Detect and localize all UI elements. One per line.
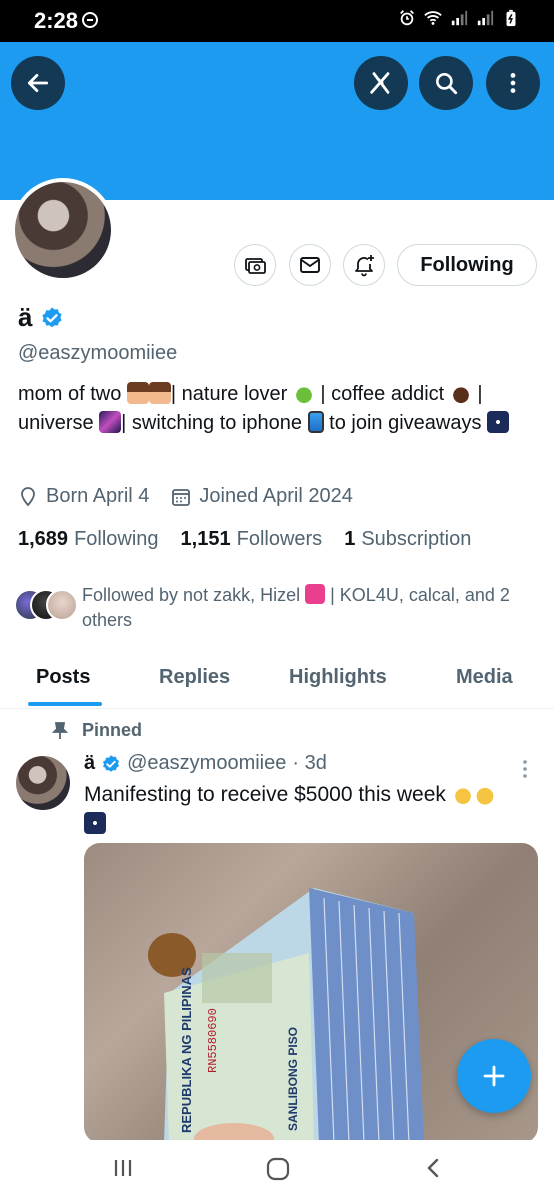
- notifications-button[interactable]: [343, 244, 385, 286]
- crossed-fingers-emoji-icon: [451, 783, 474, 805]
- bill-serial-text: RN5580690: [206, 1008, 220, 1073]
- fireworks-emoji-icon: [84, 812, 106, 834]
- status-icons: [398, 9, 520, 27]
- heart-emoji-icon: [305, 584, 326, 604]
- follower-avatars: [14, 589, 78, 623]
- profile-meta: Born April 4 Joined April 2024: [18, 485, 353, 508]
- verified-badge-icon: [103, 754, 120, 772]
- followers-count: 1,151: [180, 528, 231, 550]
- bio-text: | switching to iphone: [121, 412, 303, 434]
- galaxy-emoji-icon: [99, 411, 122, 433]
- bill-denomination-text: SANLIBONG PISO: [286, 1027, 300, 1131]
- subscription-count-link[interactable]: 1 Subscription: [344, 528, 471, 551]
- wifi-icon: [424, 11, 442, 25]
- palms-up-emoji-icon: [473, 783, 496, 805]
- verified-badge-icon: [42, 307, 63, 327]
- following-label: Following: [74, 528, 159, 550]
- birthday-item: Born April 4: [18, 485, 149, 508]
- bio-text: | coffee addict: [320, 383, 445, 405]
- alarm-icon: [400, 10, 414, 26]
- post-body: Manifesting to receive $5000 this week: [84, 783, 446, 806]
- tab-highlights[interactable]: Highlights: [289, 666, 387, 689]
- bio-text: to join giveaways: [329, 412, 482, 434]
- following-count: 1,689: [18, 528, 69, 550]
- profile-counts: 1,689 Following 1,151 Followers 1 Subscript…: [18, 528, 471, 551]
- more-vertical-icon: [523, 760, 527, 778]
- subscribe-button[interactable]: [234, 244, 276, 286]
- active-tab-indicator: [28, 702, 102, 706]
- post-author-handle[interactable]: @easzymoomiiee: [127, 752, 286, 775]
- joined-item: Joined April 2024: [171, 485, 353, 508]
- tab-posts[interactable]: Posts: [36, 666, 90, 689]
- money-icon: [245, 258, 266, 274]
- compose-post-button[interactable]: [457, 1039, 531, 1113]
- followers-label: Followers: [236, 528, 323, 550]
- bell-plus-icon: [355, 255, 374, 277]
- phone-emoji-icon: [307, 411, 324, 433]
- born-text: Born April 4: [46, 485, 150, 507]
- profile-banner: [0, 42, 554, 200]
- status-bar: 2:28: [0, 0, 554, 42]
- grok-icon: [370, 72, 390, 94]
- search-button[interactable]: [419, 56, 473, 110]
- joined-text: Joined April 2024: [199, 485, 353, 507]
- envelope-icon: [300, 257, 320, 273]
- search-icon: [436, 73, 458, 95]
- back-arrow-icon: [27, 74, 49, 92]
- more-options-button[interactable]: [486, 56, 540, 110]
- recent-apps-icon[interactable]: [111, 1156, 135, 1180]
- more-vertical-icon: [510, 73, 516, 93]
- display-name-row: ä: [18, 302, 64, 333]
- profile-avatar[interactable]: [11, 178, 115, 282]
- signal-icon-2: [477, 10, 494, 26]
- home-icon[interactable]: [265, 1156, 291, 1182]
- followers-count-link[interactable]: 1,151 Followers: [181, 528, 323, 551]
- bio-text: mom of two: [18, 383, 122, 405]
- fireworks-emoji-icon: [487, 411, 510, 433]
- display-name: ä: [18, 302, 33, 332]
- post-header: ä @easzymoomiiee · 3d: [84, 752, 327, 775]
- post-author-name[interactable]: ä: [84, 752, 95, 775]
- back-button[interactable]: [11, 56, 65, 110]
- following-button[interactable]: Following: [397, 244, 537, 286]
- message-button[interactable]: [289, 244, 331, 286]
- calendar-icon: [172, 488, 191, 506]
- bill-bank-text: REPUBLIKA NG PILIPINAS: [179, 967, 194, 1133]
- coffee-emoji-icon: [449, 382, 472, 404]
- plus-icon: [483, 1065, 505, 1087]
- followed-by-text: Followed by not zakk, Hizel | KOL4U, cal…: [82, 583, 544, 633]
- tab-media[interactable]: Media: [456, 666, 513, 689]
- pinned-label: Pinned: [82, 720, 143, 740]
- avatar-photo: [15, 182, 111, 278]
- profile-handle: @easzymoomiiee: [18, 342, 178, 364]
- pin-icon: [52, 721, 68, 739]
- post-time: · 3d: [292, 752, 327, 774]
- bio-text: | nature lover: [170, 383, 288, 405]
- leaf-emoji-icon: [292, 382, 315, 404]
- back-nav-icon[interactable]: [422, 1156, 444, 1180]
- pinned-indicator: Pinned: [52, 720, 142, 741]
- woman-emoji-icon: [148, 382, 171, 404]
- subscription-count: 1: [344, 528, 356, 550]
- woman-emoji-icon: [126, 382, 149, 404]
- following-count-link[interactable]: 1,689 Following: [18, 528, 159, 551]
- avatar: [46, 589, 78, 621]
- battery-charging-icon: [506, 9, 516, 27]
- post-text: Manifesting to receive $5000 this week: [84, 780, 534, 838]
- system-navigation-bar: [0, 1140, 554, 1200]
- profile-bio: mom of two | nature lover | coffee addic…: [18, 380, 538, 438]
- status-time: 2:28: [34, 8, 79, 33]
- followed-by-names: Followed by not zakk, Hizel: [82, 585, 301, 605]
- location-pin-icon: [21, 486, 35, 506]
- subscription-label: Subscription: [361, 528, 472, 550]
- post-author-avatar[interactable]: [16, 756, 70, 810]
- grok-button[interactable]: [354, 56, 408, 110]
- signal-icon-1: [451, 10, 468, 26]
- tab-replies[interactable]: Replies: [159, 666, 230, 689]
- do-not-disturb-icon: [82, 12, 98, 28]
